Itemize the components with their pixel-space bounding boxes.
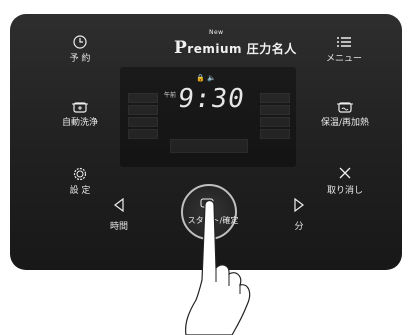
pointing-hand-icon xyxy=(185,199,251,335)
